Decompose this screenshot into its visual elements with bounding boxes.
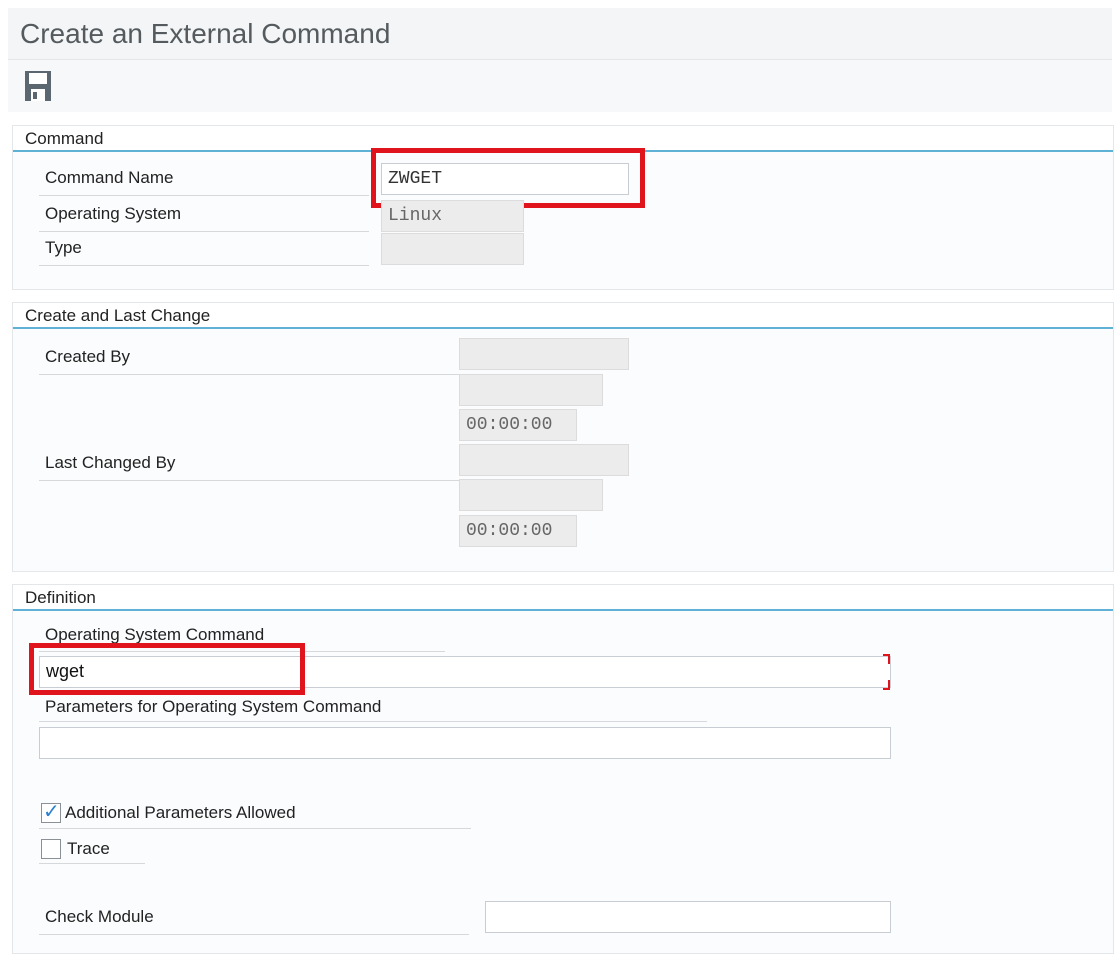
last-changed-by-field <box>459 444 629 476</box>
definition-group-title: Definition <box>25 588 96 607</box>
last-changed-date-field <box>459 479 603 511</box>
created-by-label: Created By <box>39 343 459 375</box>
os-command-label-underline <box>39 651 445 652</box>
additional-params-checkbox[interactable]: ✓ <box>41 801 61 823</box>
create-change-group-title: Create and Last Change <box>25 306 211 325</box>
params-field[interactable] <box>39 727 891 759</box>
check-module-field[interactable] <box>485 901 891 933</box>
type-label: Type <box>39 234 369 266</box>
operating-system-field: Linux <box>381 200 524 232</box>
create-change-group-header: Create and Last Change <box>13 303 1113 329</box>
last-changed-by-label: Last Changed By <box>39 449 459 481</box>
definition-group-header: Definition <box>13 585 1113 611</box>
trace-underline <box>39 863 145 864</box>
additional-params-underline <box>39 828 471 829</box>
definition-group: Definition Operating System Command wget… <box>12 584 1114 954</box>
toolbar <box>8 60 1112 112</box>
check-icon: ✓ <box>43 801 60 823</box>
title-bar: Create an External Command <box>8 8 1112 60</box>
command-group: Command Command Name ZWGET Operating Sys… <box>12 125 1114 290</box>
os-command-field[interactable]: wget <box>39 656 891 688</box>
last-changed-time-field: 00:00:00 <box>459 515 577 547</box>
trace-label: Trace <box>67 839 110 858</box>
check-module-label: Check Module <box>39 903 469 935</box>
command-name-field[interactable]: ZWGET <box>381 163 629 195</box>
create-change-group: Create and Last Change Created By 00:00:… <box>12 302 1114 572</box>
created-time-field: 00:00:00 <box>459 409 577 441</box>
command-name-label: Command Name <box>39 164 369 196</box>
created-date-field <box>459 374 603 406</box>
created-by-field <box>459 338 629 370</box>
type-field <box>381 233 524 265</box>
os-command-field-corner-bottom <box>883 680 890 690</box>
trace-checkbox[interactable] <box>41 839 61 859</box>
os-command-field-corner-top <box>883 654 890 664</box>
page-title: Create an External Command <box>20 18 391 49</box>
params-label-underline <box>39 721 707 722</box>
command-group-header: Command <box>13 126 1113 152</box>
additional-params-label: Additional Parameters Allowed <box>65 803 296 822</box>
save-icon[interactable] <box>24 70 52 102</box>
os-command-label: Operating System Command <box>45 625 265 644</box>
command-group-title: Command <box>25 129 104 148</box>
params-label: Parameters for Operating System Command <box>45 697 382 716</box>
operating-system-label: Operating System <box>39 200 369 232</box>
